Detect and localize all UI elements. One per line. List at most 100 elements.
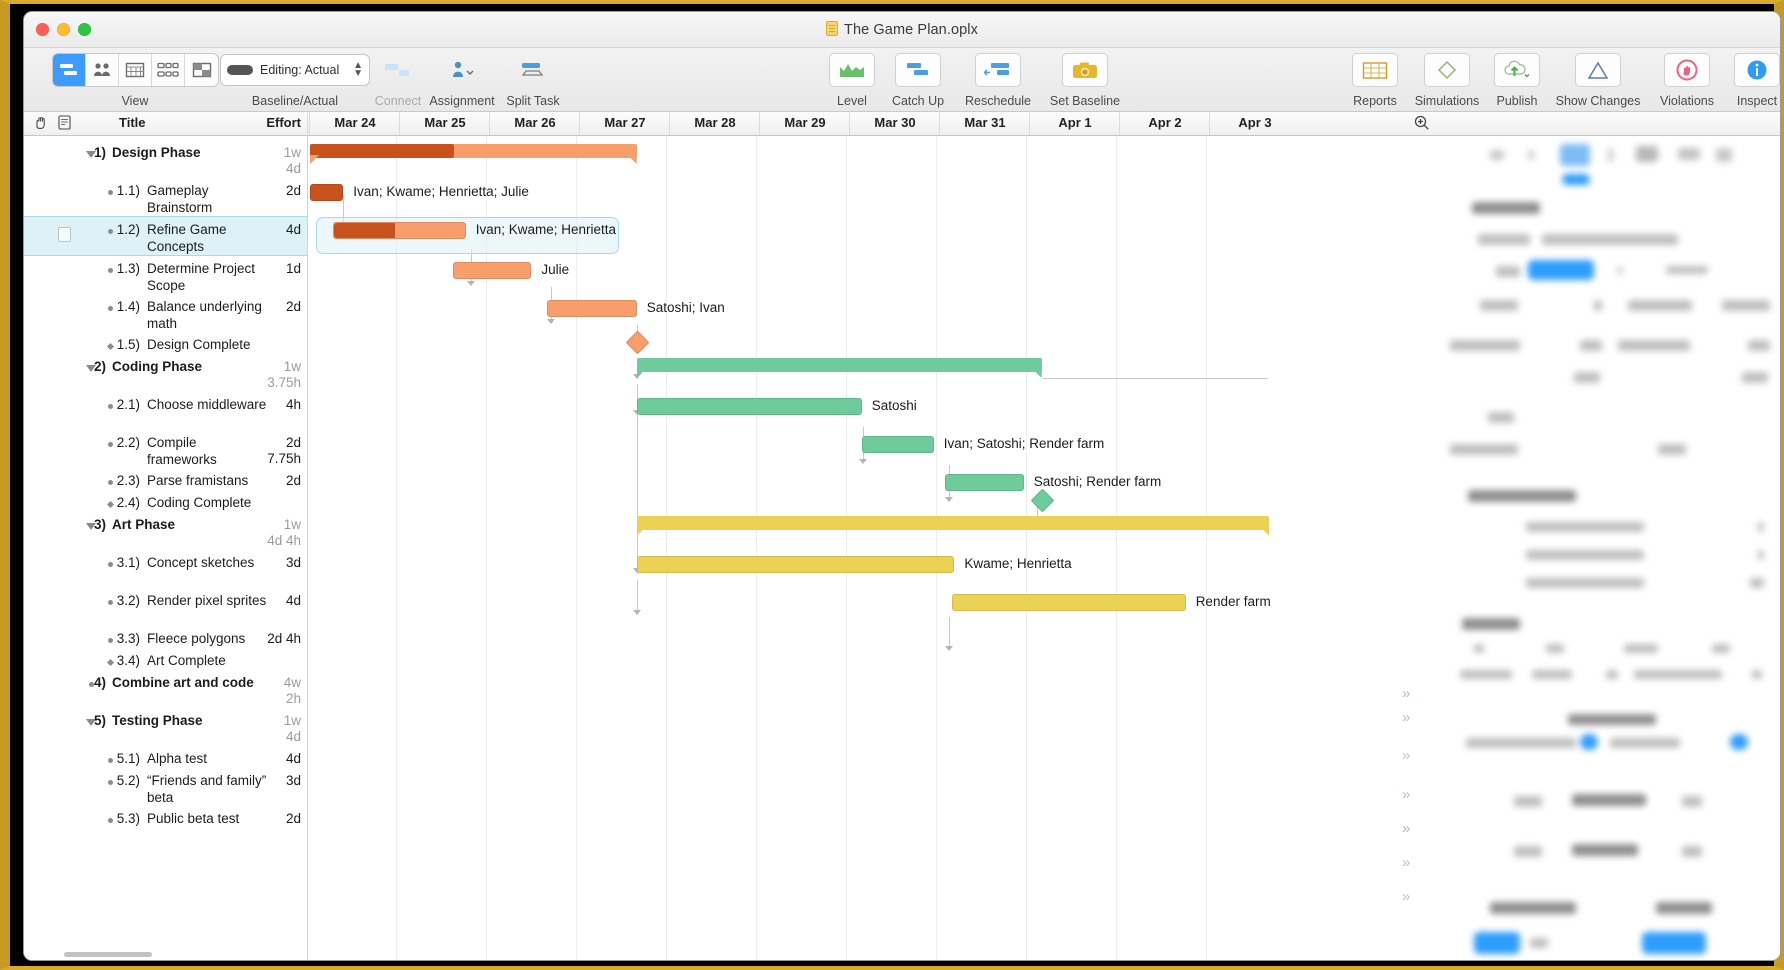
chevron-updown-icon[interactable]: ▲▼ bbox=[353, 62, 363, 78]
column-header-title[interactable]: Title bbox=[119, 115, 146, 130]
inspector-toggle-1[interactable] bbox=[1580, 734, 1598, 750]
task-number: 1.3) bbox=[98, 261, 140, 276]
task-row[interactable]: 3.4)Art Complete bbox=[24, 648, 308, 670]
inspect-button[interactable] bbox=[1734, 53, 1780, 87]
zoom-in-icon[interactable] bbox=[1414, 115, 1430, 134]
simulations-button[interactable] bbox=[1424, 53, 1470, 87]
offscreen-task-marker[interactable]: » bbox=[1402, 854, 1407, 871]
task-title: Design Complete bbox=[147, 337, 269, 354]
gantt-milestone[interactable] bbox=[1030, 488, 1054, 512]
gantt-bar-label: Ivan; Kwame; Henrietta bbox=[476, 222, 616, 237]
task-row[interactable]: 5)Testing Phase1w4d bbox=[24, 708, 308, 746]
summary-bar-progress bbox=[310, 144, 454, 158]
gantt-task-bar[interactable] bbox=[637, 556, 955, 573]
task-row[interactable]: 2.1)Choose middleware4h bbox=[24, 392, 308, 430]
gantt-summary-bar[interactable] bbox=[637, 516, 1270, 530]
offscreen-task-marker[interactable]: » bbox=[1402, 709, 1407, 726]
inspector-field-label-1 bbox=[1478, 234, 1530, 245]
inspector-tab-indicator[interactable] bbox=[1562, 174, 1590, 185]
violations-button[interactable] bbox=[1664, 53, 1710, 87]
gantt-task-bar[interactable] bbox=[637, 398, 862, 415]
offscreen-task-marker[interactable]: » bbox=[1402, 820, 1407, 837]
gantt-task-bar[interactable] bbox=[547, 300, 637, 317]
task-number: 2.1) bbox=[98, 397, 140, 412]
level-button[interactable] bbox=[829, 53, 875, 87]
gantt-task-bar[interactable] bbox=[952, 594, 1186, 611]
offscreen-task-marker[interactable]: » bbox=[1402, 747, 1407, 764]
task-row[interactable]: 3.2)Render pixel sprites4d bbox=[24, 588, 308, 626]
offscreen-task-marker[interactable]: » bbox=[1402, 786, 1407, 803]
task-row[interactable]: 5.3)Public beta test2d bbox=[24, 806, 308, 828]
gantt-milestone[interactable] bbox=[625, 330, 649, 354]
task-row[interactable]: 2.3)Parse framistans2d bbox=[24, 468, 308, 490]
task-effort-secondary: 4d bbox=[229, 161, 301, 178]
offscreen-task-marker[interactable]: » bbox=[1402, 685, 1407, 702]
task-effort: 2d bbox=[229, 473, 301, 490]
task-row[interactable]: 5.2)“Friends and family” beta3d bbox=[24, 768, 308, 806]
gantt-bar-label: Satoshi; Render farm bbox=[1034, 474, 1162, 489]
show-changes-button[interactable] bbox=[1575, 53, 1621, 87]
inspector-field-value-9 bbox=[1742, 372, 1768, 383]
task-row[interactable]: 2)Coding Phase1w3.75h bbox=[24, 354, 308, 392]
task-row[interactable]: 3)Art Phase1w4d 4h bbox=[24, 512, 308, 550]
task-row[interactable]: 1.2)Refine Game Concepts4d bbox=[24, 216, 308, 256]
gantt-task-bar[interactable] bbox=[310, 184, 343, 201]
task-row[interactable]: 1.4)Balance underlying math2d bbox=[24, 294, 308, 332]
gantt-bar-label: Ivan; Kwame; Henrietta; Julie bbox=[353, 184, 529, 199]
catch-up-button[interactable] bbox=[895, 53, 941, 87]
inspector-toggle-2[interactable] bbox=[1730, 734, 1748, 750]
dependency-arrow bbox=[547, 319, 555, 324]
task-row[interactable]: 1.5)Design Complete bbox=[24, 332, 308, 354]
task-row[interactable]: 3.3)Fleece polygons2d 4h bbox=[24, 626, 308, 648]
toolbar-group-connect: Connect bbox=[372, 48, 424, 112]
horizontal-scrollbar[interactable] bbox=[64, 952, 152, 957]
inspector-icon-4[interactable] bbox=[1678, 148, 1700, 160]
timeline-day-mar-28: Mar 28 bbox=[670, 115, 760, 130]
gantt-task-bar[interactable] bbox=[862, 436, 934, 453]
summary-cap-left bbox=[637, 527, 646, 536]
gantt-task-bar[interactable] bbox=[945, 474, 1023, 491]
task-row[interactable]: 3.1)Concept sketches3d bbox=[24, 550, 308, 588]
inspector-row-5 bbox=[1682, 796, 1702, 807]
inspector-icon-3[interactable] bbox=[1608, 148, 1613, 162]
gantt-task-bar[interactable] bbox=[333, 222, 465, 239]
inspector-field-value-2[interactable] bbox=[1528, 260, 1594, 280]
inspector-button-2[interactable] bbox=[1642, 932, 1706, 954]
task-row[interactable]: 1.1)Gameplay Brainstorm2d bbox=[24, 178, 308, 216]
inspector-row-4 bbox=[1572, 794, 1646, 806]
toolbar-group-reports: Reports bbox=[1342, 48, 1408, 112]
connect-button[interactable] bbox=[375, 53, 421, 87]
inspector-sidebar[interactable] bbox=[1450, 136, 1780, 960]
summary-cap-right bbox=[1260, 527, 1269, 536]
gantt-bar-label: Satoshi bbox=[872, 398, 917, 413]
task-effort: 2d 4h bbox=[229, 631, 301, 648]
inspector-row-3 bbox=[1514, 796, 1542, 807]
reschedule-button[interactable] bbox=[975, 53, 1021, 87]
gantt-summary-bar[interactable] bbox=[310, 144, 637, 158]
task-row[interactable]: 5.1)Alpha test4d bbox=[24, 746, 308, 768]
inspector-button-1[interactable] bbox=[1474, 932, 1520, 954]
inspector-icon-1[interactable] bbox=[1490, 150, 1504, 160]
gantt-summary-bar[interactable] bbox=[637, 358, 1042, 372]
inspector-icon-person[interactable] bbox=[1560, 144, 1590, 166]
inspector-icon-5[interactable] bbox=[1716, 148, 1732, 162]
inspector-icon-link[interactable] bbox=[1636, 146, 1658, 162]
task-row[interactable]: 4)Combine art and code4w2h bbox=[24, 670, 308, 708]
assignment-button[interactable] bbox=[439, 53, 485, 87]
publish-button[interactable] bbox=[1494, 53, 1540, 87]
column-header-effort[interactable]: Effort bbox=[249, 115, 301, 130]
task-outline-pane[interactable]: 1)Design Phase1w4d1.1)Gameplay Brainstor… bbox=[24, 136, 308, 960]
baseline-actual-select[interactable]: Editing: Actual ▲▼ bbox=[220, 54, 370, 86]
offscreen-task-marker[interactable]: » bbox=[1402, 888, 1407, 905]
gantt-task-bar[interactable] bbox=[453, 262, 531, 279]
split-task-button[interactable] bbox=[510, 53, 556, 87]
summary-trailing-line bbox=[1043, 378, 1268, 379]
inspector-icon-2[interactable] bbox=[1528, 150, 1534, 160]
note-icon[interactable] bbox=[58, 227, 71, 242]
task-row[interactable]: 1)Design Phase1w4d bbox=[24, 140, 308, 178]
task-row[interactable]: 1.3)Determine Project Scope1d bbox=[24, 256, 308, 294]
task-row[interactable]: 2.2)Compile frameworks2d7.75h bbox=[24, 430, 308, 468]
set-baseline-button[interactable] bbox=[1062, 53, 1108, 87]
task-row[interactable]: 2.4)Coding Complete bbox=[24, 490, 308, 512]
reports-button[interactable] bbox=[1352, 53, 1398, 87]
